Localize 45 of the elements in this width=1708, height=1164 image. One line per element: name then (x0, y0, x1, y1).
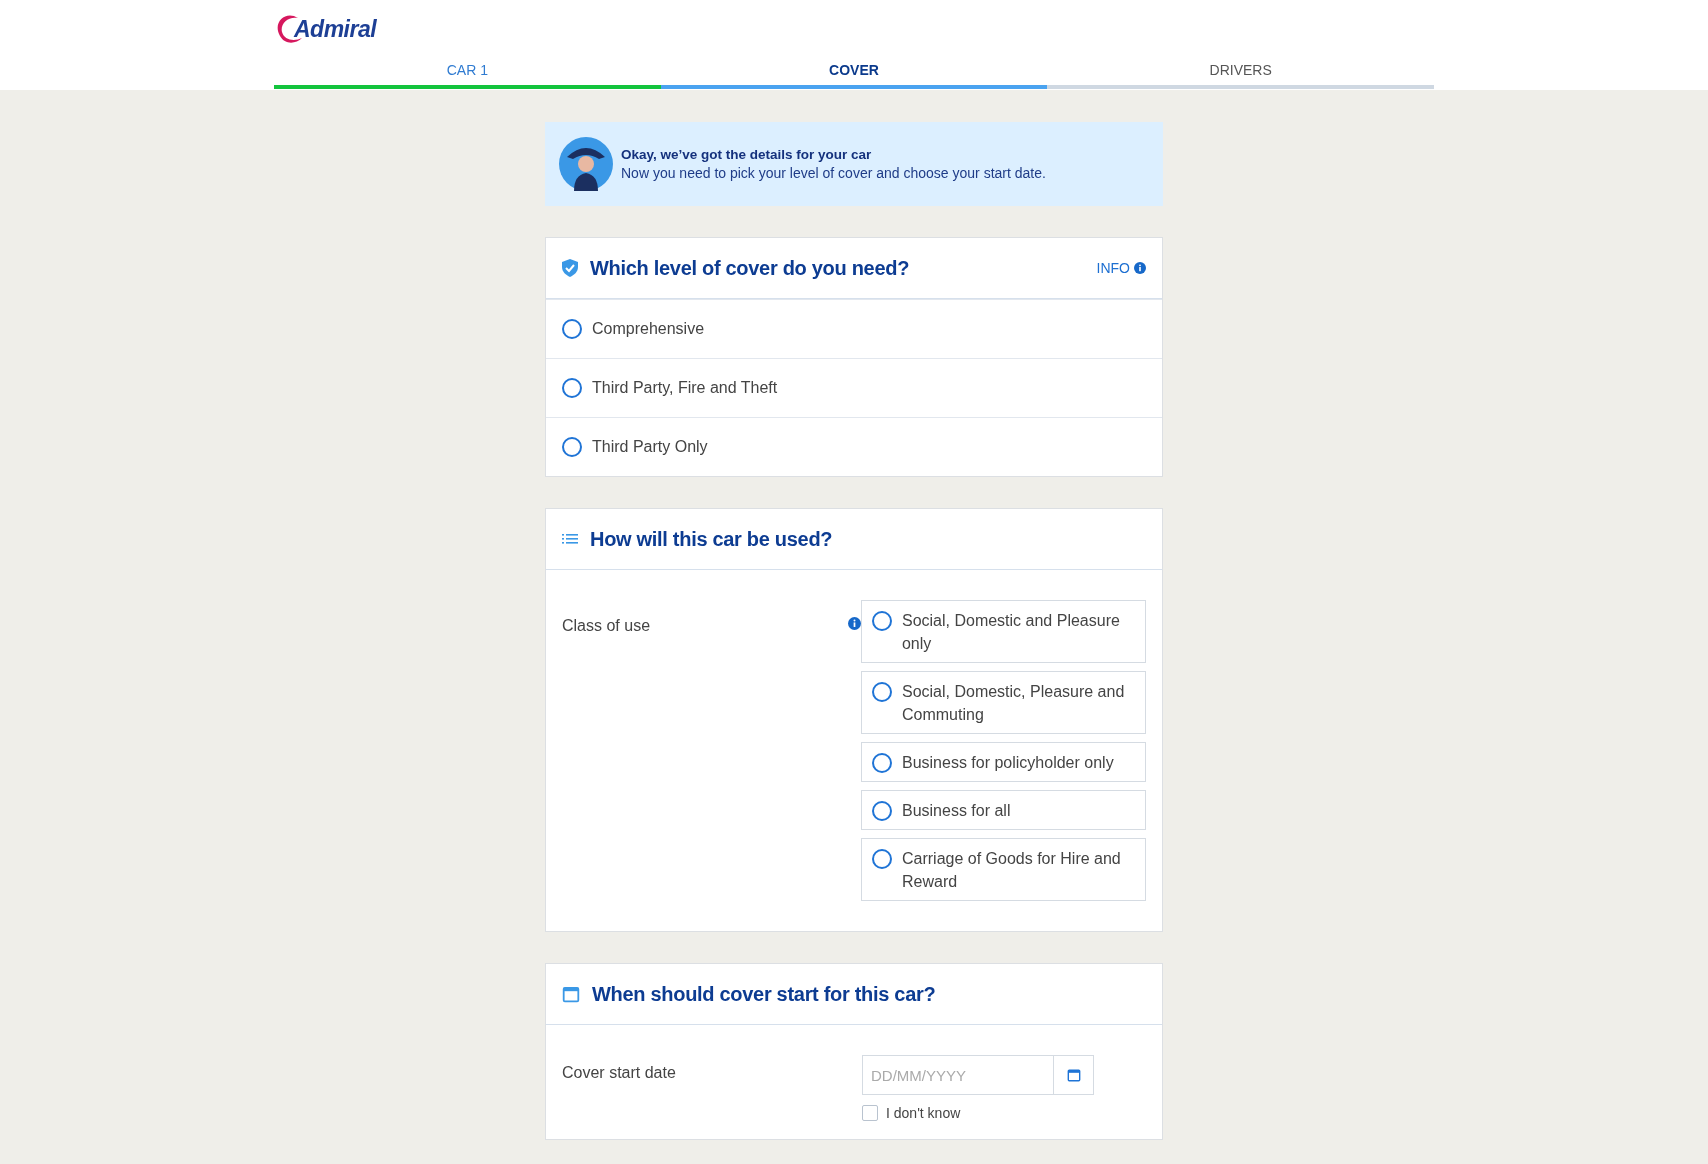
banner-text: Now you need to pick your level of cover and choose your start date. (621, 165, 1046, 181)
usage-option[interactable]: Social, Domestic, Pleasure and Commuting (860, 671, 1146, 734)
calendar-button[interactable] (1054, 1055, 1094, 1095)
usage-option[interactable]: Carriage of Goods for Hire and Reward (860, 838, 1146, 901)
radio-button[interactable] (871, 611, 892, 631)
radio-button[interactable] (871, 753, 892, 773)
usage-option[interactable]: Business for policyholder only (860, 742, 1146, 782)
shield-check-icon (562, 259, 578, 277)
radio-button[interactable] (871, 801, 892, 821)
info-link[interactable]: INFO (1096, 260, 1146, 276)
banner-title: Okay, we’ve got the details for your car (621, 147, 873, 162)
option-label: Business for all (901, 801, 1011, 821)
option-label: Social, Domestic and Pleasure only (901, 611, 1121, 654)
avatar-silhouette-icon (559, 137, 613, 191)
radio-button[interactable] (871, 849, 892, 869)
step-tab[interactable]: CAR 1 (274, 54, 661, 89)
option-label: Comprehensive (592, 320, 705, 338)
option-label: Third Party, Fire and Theft (592, 379, 778, 397)
radio-button[interactable] (871, 682, 892, 702)
field-label: Class of use (562, 617, 651, 635)
option-label: Carriage of Goods for Hire and Reward (901, 849, 1122, 892)
usage-option[interactable]: Social, Domestic and Pleasure only (860, 600, 1146, 663)
calendar-icon (1066, 1068, 1081, 1082)
info-icon (1134, 262, 1146, 274)
field-label: Cover start date (562, 1064, 676, 1082)
brand-logo: Admiral (294, 15, 377, 43)
list-icon (562, 533, 578, 545)
usage-option[interactable]: Business for all (860, 790, 1146, 830)
radio-button[interactable] (562, 437, 582, 457)
section-title: When should cover start for this car? (592, 982, 937, 1006)
option-label: Social, Domestic, Pleasure and Commuting (901, 682, 1126, 725)
radio-button[interactable] (562, 319, 582, 339)
option-label: Third Party Only (592, 438, 708, 456)
checkbox[interactable] (862, 1105, 878, 1121)
step-tab[interactable]: COVER (660, 54, 1048, 89)
step-tab[interactable]: DRIVERS (1047, 54, 1434, 89)
checkbox-label: I don't know (886, 1105, 961, 1121)
date-input-field[interactable]: DD/MM/YYYY (862, 1055, 1054, 1095)
info-icon (847, 617, 861, 630)
option-label: Business for policyholder only (901, 753, 1114, 773)
calendar-icon (562, 985, 580, 1003)
section-title: How will this car be used? (590, 527, 834, 551)
dont-know-checkbox[interactable]: I don't know (862, 1105, 1094, 1121)
radio-button[interactable] (562, 378, 582, 398)
section-title: Which level of cover do you need? (590, 256, 911, 280)
